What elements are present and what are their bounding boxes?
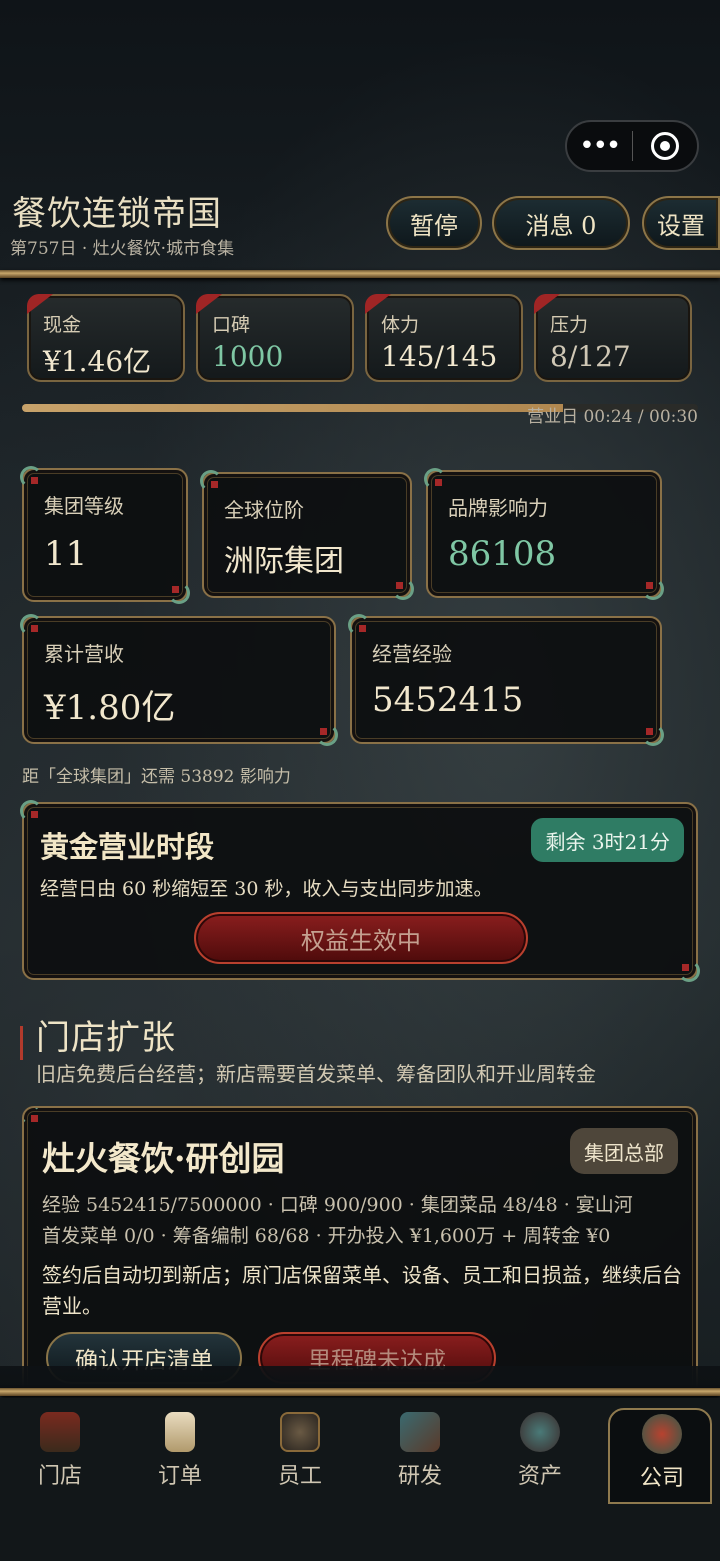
tab-label: 公司 (639, 1466, 684, 1491)
scroll-fade (0, 1366, 720, 1388)
tab-company[interactable]: 公司 (608, 1408, 712, 1504)
settings-button[interactable]: 设置 (642, 196, 720, 250)
golden-hour-title: 黄金营业时段 (40, 830, 215, 864)
tabbar-divider (0, 1388, 720, 1396)
store-stats-line-2: 首发菜单 0/0 · 筹备编制 68/68 · 开办投入 ¥1,600万 + 周… (42, 1225, 611, 1247)
store-stats-line-1: 经验 5452415/7500000 · 口碑 900/900 · 集团菜品 4… (42, 1194, 633, 1216)
stat-label: 压力 (550, 314, 589, 336)
more-dots-icon[interactable]: ••• (567, 126, 632, 166)
store-card: 灶火餐饮·研创园 集团总部 经验 5452415/7500000 · 口碑 90… (22, 1106, 698, 1396)
benefit-active-button[interactable]: 权益生效中 (194, 912, 528, 964)
tab-staff[interactable]: 员工 (240, 1408, 360, 1504)
order-scroll-icon (165, 1412, 195, 1452)
pause-button[interactable]: 暂停 (386, 196, 482, 250)
header-divider (0, 270, 720, 278)
messages-button[interactable]: 消息 0 (492, 196, 630, 250)
tab-research[interactable]: 研发 (360, 1408, 480, 1504)
card-label: 集团等级 (44, 494, 124, 518)
stat-stamina: 体力 145/145 (365, 294, 523, 382)
golden-hour-card: 黄金营业时段 剩余 3时21分 经营日由 60 秒缩短至 30 秒，收入与支出同… (20, 800, 700, 982)
day-progress-text: 营业日 00:24 / 00:30 (527, 407, 698, 427)
card-value: ¥1.80亿 (44, 688, 176, 728)
store-note: 签约后自动切到新店；原门店保留菜单、设备、员工和日损益，继续后台营业。 (42, 1263, 682, 1318)
stat-label: 现金 (43, 314, 82, 336)
stat-value: 8/127 (550, 340, 631, 373)
stat-value: 145/145 (381, 340, 498, 373)
expansion-section-title: 门店扩张 (36, 1018, 176, 1058)
target-icon[interactable] (633, 132, 698, 160)
brand-influence-card: 品牌影响力 86108 (424, 468, 664, 600)
experience-card: 经营经验 5452415 (348, 614, 664, 746)
card-value: 5452415 (372, 680, 524, 720)
staff-portrait-icon (280, 1412, 320, 1452)
stat-value: 1000 (212, 340, 284, 373)
card-label: 全球位阶 (224, 498, 304, 522)
total-revenue-card: 累计营收 ¥1.80亿 (20, 614, 338, 746)
section-accent-bar (20, 1026, 23, 1060)
tab-label: 订单 (157, 1464, 202, 1489)
golden-hour-description: 经营日由 60 秒缩短至 30 秒，收入与支出同步加速。 (40, 878, 493, 900)
group-level-card: 集团等级 11 (20, 466, 190, 604)
miniprogram-capsule: ••• (565, 120, 699, 172)
global-rank-card: 全球位阶 洲际集团 (200, 470, 414, 600)
stat-reputation: 口碑 1000 (196, 294, 354, 382)
stat-label: 体力 (381, 314, 420, 336)
tab-label: 员工 (277, 1464, 322, 1489)
stat-value: ¥1.46亿 (43, 345, 152, 378)
expansion-section-description: 旧店免费后台经营；新店需要首发菜单、筹备团队和开业周转金 (36, 1062, 596, 1086)
app-title: 餐饮连锁帝国 (12, 194, 222, 234)
assets-icon (520, 1412, 560, 1452)
tab-assets[interactable]: 资产 (480, 1408, 600, 1504)
store-icon (40, 1412, 80, 1452)
stat-pressure: 压力 8/127 (534, 294, 692, 382)
research-book-icon (400, 1412, 440, 1452)
store-name: 灶火餐饮·研创园 (42, 1139, 285, 1178)
bottom-tab-bar: 门店 订单 员工 研发 资产 公司 (0, 1398, 720, 1561)
tab-label: 研发 (397, 1464, 442, 1489)
company-icon (642, 1414, 682, 1454)
card-label: 经营经验 (372, 642, 452, 666)
tab-orders[interactable]: 订单 (120, 1408, 240, 1504)
tab-label: 资产 (517, 1464, 562, 1489)
card-value: 洲际集团 (224, 544, 344, 579)
remaining-time-badge: 剩余 3时21分 (531, 818, 684, 862)
card-value: 86108 (448, 534, 557, 574)
tab-store[interactable]: 门店 (0, 1408, 120, 1504)
tab-label: 门店 (37, 1464, 82, 1489)
card-label: 品牌影响力 (448, 496, 548, 520)
app-subtitle: 第757日 · 灶火餐饮·城市食集 (10, 239, 235, 259)
stat-cash: 现金 ¥1.46亿 (27, 294, 185, 382)
card-value: 11 (44, 534, 88, 574)
stat-label: 口碑 (212, 314, 251, 336)
next-rank-note: 距「全球集团」还需 53892 影响力 (22, 767, 291, 787)
card-label: 累计营收 (44, 642, 124, 666)
day-progress-fill (22, 404, 563, 412)
headquarters-badge: 集团总部 (570, 1128, 678, 1174)
